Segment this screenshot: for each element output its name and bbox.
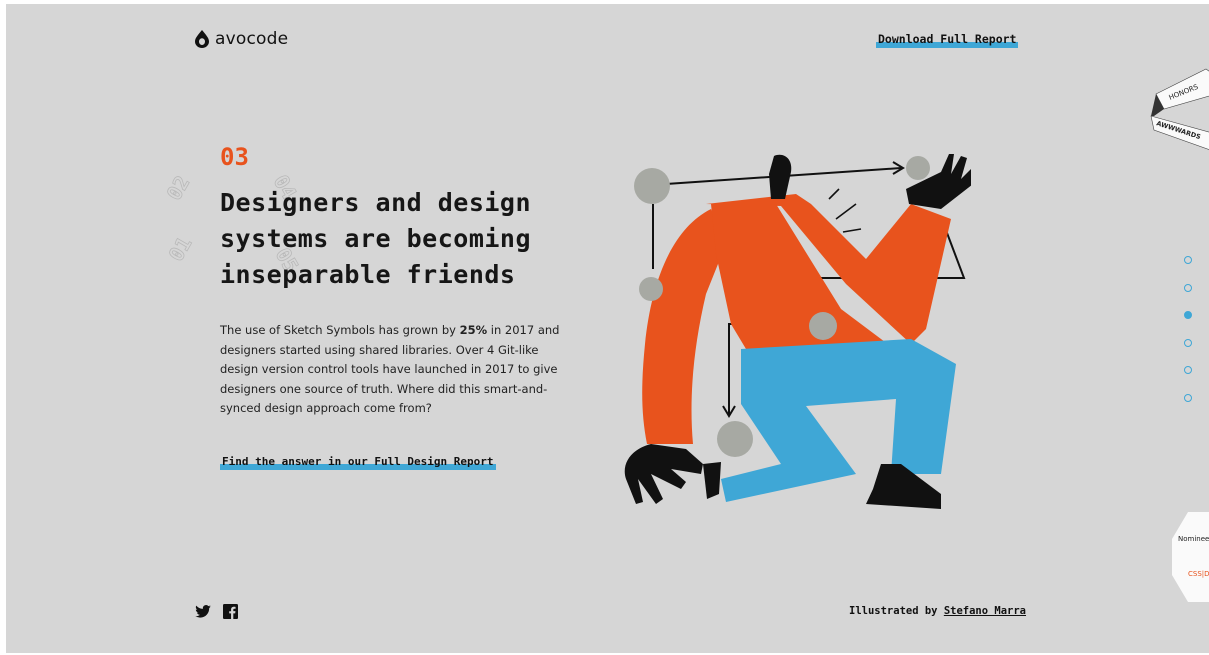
figure-boot <box>703 462 721 499</box>
social-links <box>195 604 238 619</box>
twitter-icon[interactable] <box>195 605 211 618</box>
credit-prefix: Illustrated by <box>849 605 944 617</box>
headline-line: systems are becoming <box>220 224 532 253</box>
avocode-logo-icon <box>195 30 209 48</box>
pagination-dot[interactable] <box>1184 256 1192 264</box>
ghost-number: 02 <box>161 171 195 205</box>
pagination-dot[interactable] <box>1184 366 1192 374</box>
ghost-number: 01 <box>163 232 197 266</box>
body-highlight: 25% <box>459 323 488 337</box>
section-headline: Designers and design systems are becomin… <box>220 185 531 293</box>
figure-legs <box>721 339 956 502</box>
headline-line: inseparable friends <box>220 260 516 289</box>
cssda-nominee-badge[interactable] <box>1172 512 1209 602</box>
figure-left-arm <box>642 209 726 444</box>
figure-head <box>769 154 792 199</box>
cssda-logo: CSS|D <box>1188 570 1209 578</box>
pagination-dot[interactable] <box>1184 338 1192 347</box>
section-number: 03 <box>220 143 249 171</box>
section-pagination <box>1184 256 1192 421</box>
awwwards-honors-badge[interactable]: HONORS AWWWARDS <box>1146 64 1209 164</box>
headline-line: Designers and design <box>220 188 532 217</box>
illustrator-link[interactable]: Stefano Marra <box>944 605 1026 617</box>
pagination-dot[interactable] <box>1184 283 1192 292</box>
brand-name: avocode <box>215 29 289 49</box>
motion-marks <box>828 188 862 233</box>
pagination-dot[interactable] <box>1184 393 1192 402</box>
pagination-dot-active[interactable] <box>1184 311 1192 319</box>
figure-left-hand <box>624 444 703 504</box>
designer-illustration <box>624 154 971 509</box>
nominee-label: Nominee <box>1178 535 1209 543</box>
full-report-link[interactable]: Find the answer in our Full Design Repor… <box>220 455 496 470</box>
section-body: The use of Sketch Symbols has grown by 2… <box>220 321 560 419</box>
illustration-credit: Illustrated by Stefano Marra <box>849 605 1026 617</box>
brand-logo[interactable]: avocode <box>195 29 288 49</box>
facebook-icon[interactable] <box>223 604 238 619</box>
download-report-link[interactable]: Download Full Report <box>876 32 1019 48</box>
body-text-prefix: The use of Sketch Symbols has grown by <box>220 323 460 337</box>
page-frame: avocode Download Full Report 02 01 04 05… <box>6 4 1209 653</box>
